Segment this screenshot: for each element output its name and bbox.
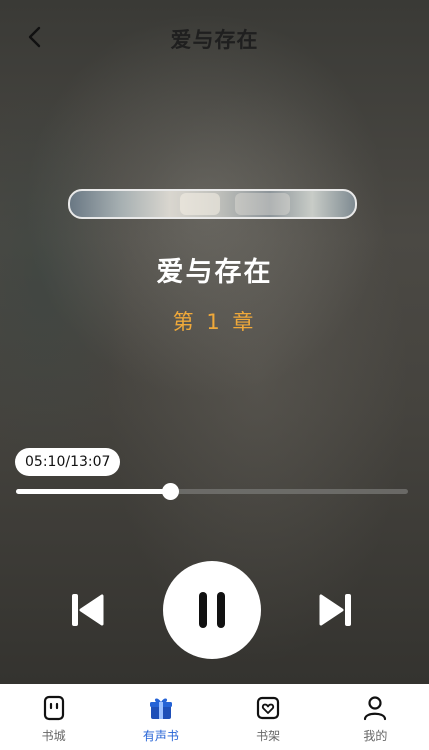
- chapter-label: 第 1 章: [172, 310, 257, 334]
- cover-figure: [180, 193, 220, 215]
- tab-label: 有声书: [142, 729, 179, 743]
- skip-next-icon: [319, 594, 351, 626]
- gift-icon: [149, 698, 172, 719]
- progress-slider[interactable]: [16, 483, 408, 500]
- page-title: 爱与存在: [170, 28, 259, 52]
- tab-audiobook[interactable]: 有声书: [107, 684, 214, 750]
- time-display: 05:10/13:07: [15, 448, 121, 476]
- previous-button[interactable]: [68, 590, 108, 630]
- book-title: 爱与存在: [156, 257, 273, 288]
- tab-bookshelf[interactable]: 书架: [215, 684, 322, 750]
- cover-image: [68, 189, 357, 219]
- progress-thumb[interactable]: [162, 483, 180, 500]
- bookstore-icon: [43, 695, 64, 721]
- top-bar: 爱与存在: [0, 0, 429, 80]
- tab-label: 书架: [256, 729, 281, 743]
- pause-button[interactable]: [163, 561, 261, 659]
- pause-icon: [199, 592, 225, 628]
- bottom-tab-bar: 书城 有声书 书架 我的: [0, 684, 429, 750]
- profile-icon: [364, 696, 387, 721]
- next-button[interactable]: [315, 590, 355, 630]
- tab-label: 书城: [41, 729, 66, 743]
- player-screen: 爱与存在 爱与存在 第 1 章 05:10/13:07: [0, 0, 429, 684]
- tab-profile[interactable]: 我的: [322, 684, 429, 750]
- bookshelf-heart-icon: [257, 696, 280, 720]
- skip-previous-icon: [72, 594, 104, 626]
- tab-bookstore[interactable]: 书城: [0, 684, 107, 750]
- progress-fill: [16, 489, 171, 494]
- tab-label: 我的: [363, 729, 388, 743]
- cover-figure: [235, 193, 290, 215]
